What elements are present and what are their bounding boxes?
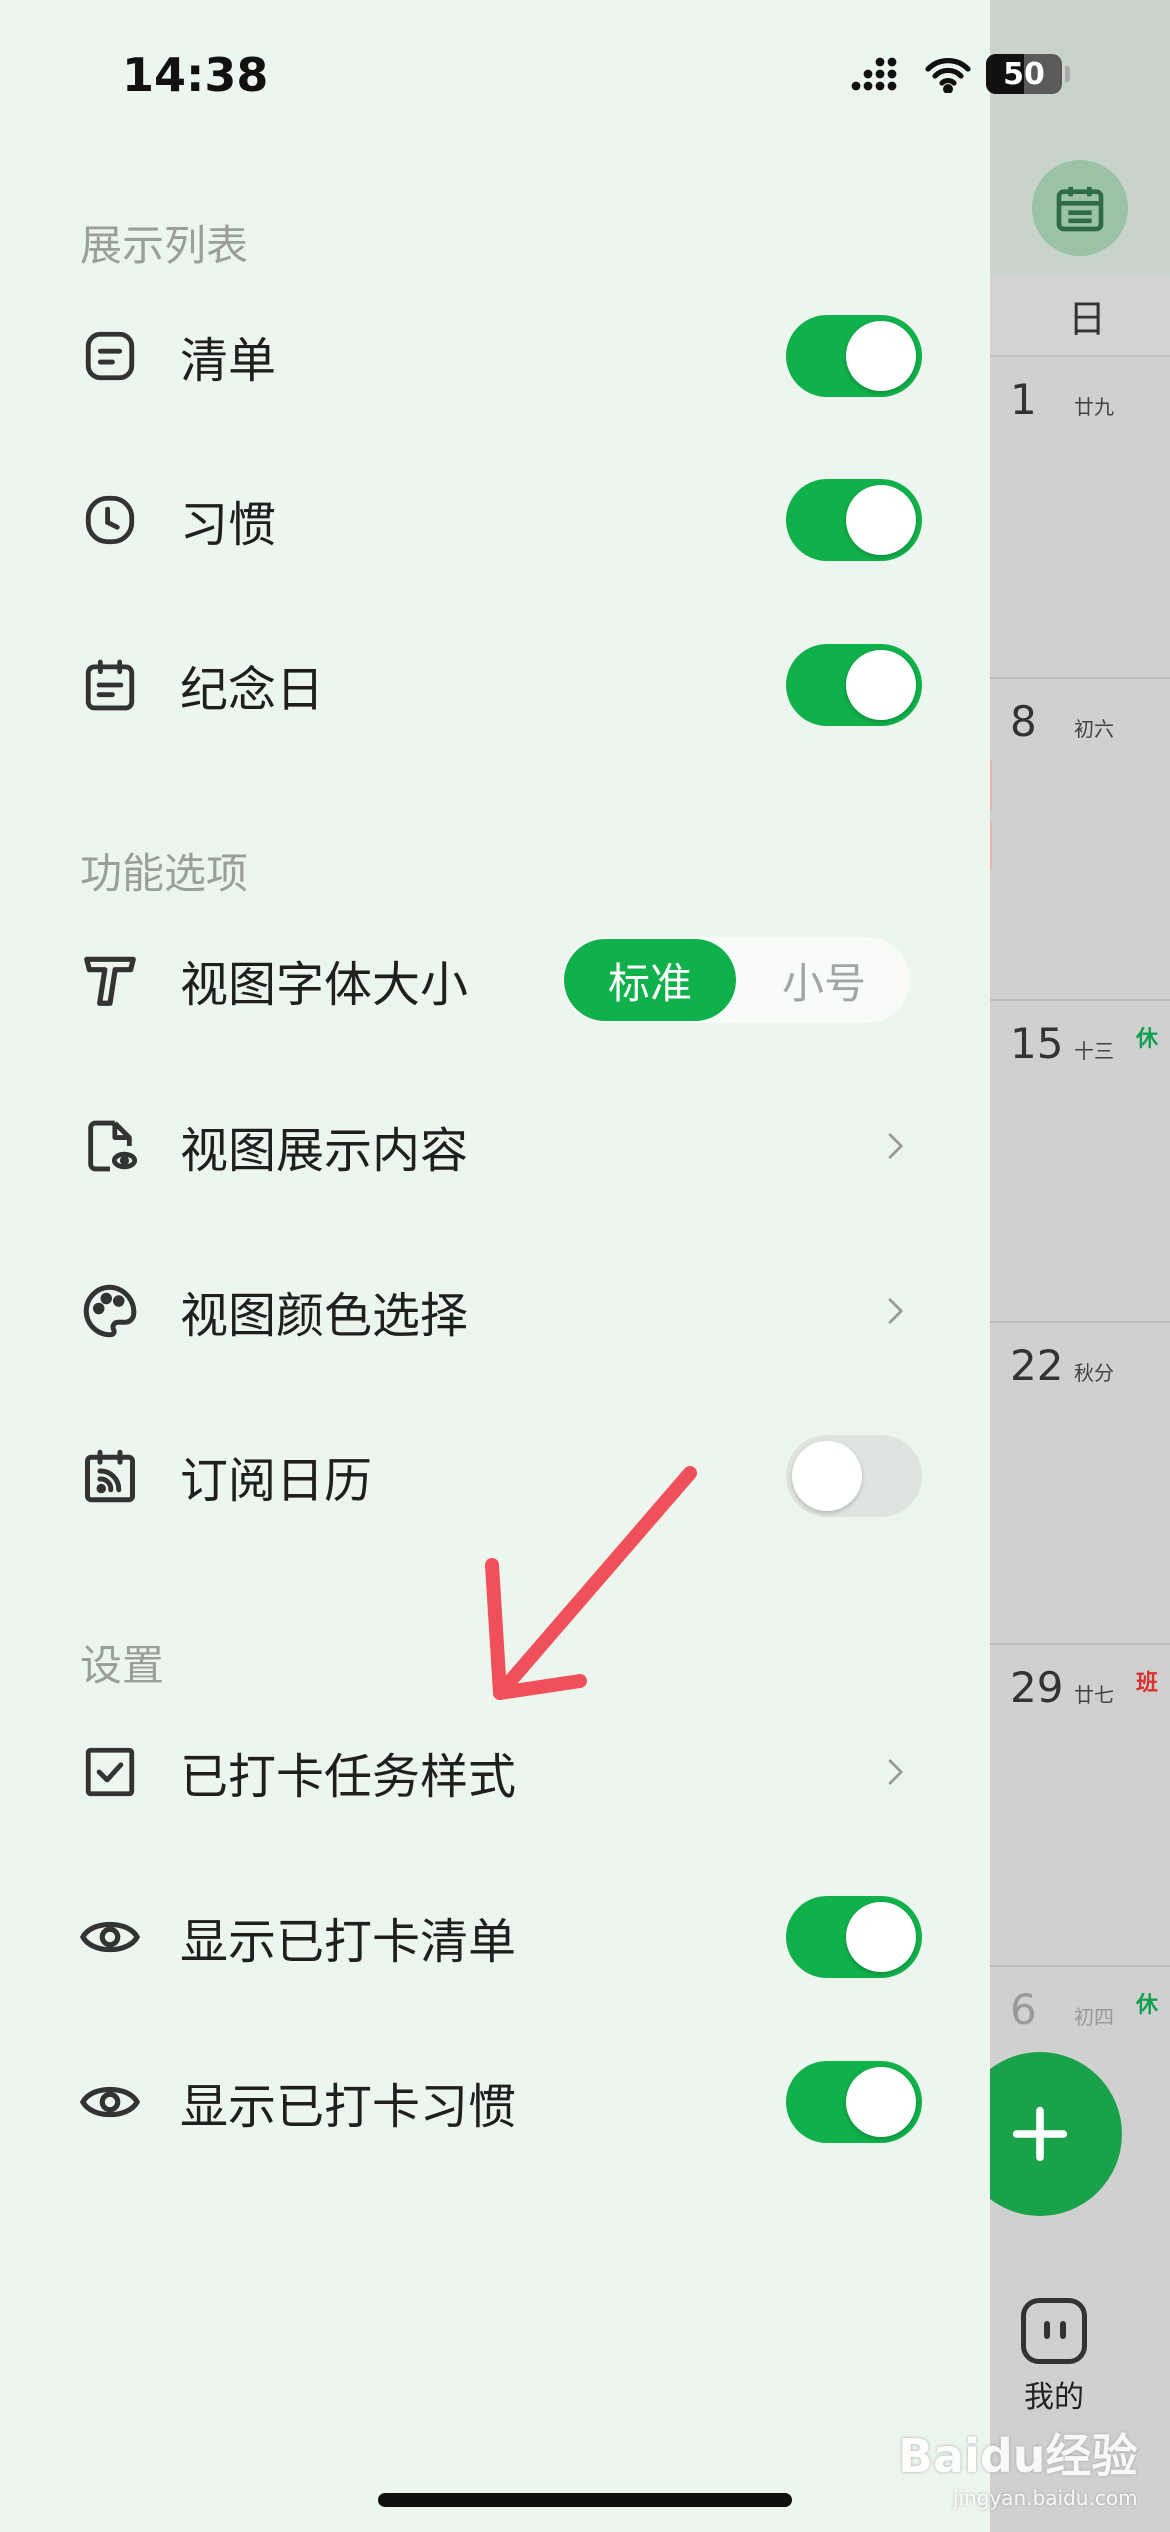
cellular-signal-icon <box>851 57 897 91</box>
chevron-right-icon <box>888 1759 903 1785</box>
row-show-checked-habit-label: 显示已打卡习惯 <box>180 2079 517 2135</box>
row-list-label: 清单 <box>180 333 277 389</box>
lunar-date: 初四 <box>1074 2005 1114 2029</box>
lunar-date: 廿九 <box>1074 395 1114 419</box>
row-view-content[interactable]: 视图展示内容 <box>0 1086 990 1206</box>
row-checked-task-style-label: 已打卡任务样式 <box>180 1749 517 1805</box>
row-anniversary[interactable]: 纪念日 <box>0 625 990 745</box>
anniversary-toggle[interactable] <box>786 644 922 726</box>
day-number: 29 <box>1010 1663 1064 1712</box>
face-icon <box>1021 2298 1087 2364</box>
wifi-icon <box>925 58 971 93</box>
status-time: 14:38 <box>122 48 269 102</box>
row-subscribe-calendar-label: 订阅日历 <box>180 1453 373 1509</box>
calendar-day-cell[interactable]: 29 廿七 班 <box>990 1645 1170 1967</box>
row-show-checked-habit[interactable]: 显示已打卡习惯 <box>0 2042 990 2162</box>
font-size-segmented-control: 标准 小号 <box>562 937 910 1023</box>
row-anniversary-label: 纪念日 <box>180 662 325 718</box>
lunar-date: 初六 <box>1074 717 1114 741</box>
row-font-size-label: 视图字体大小 <box>180 957 469 1013</box>
row-show-checked-list-label: 显示已打卡清单 <box>180 1914 517 1970</box>
text-icon <box>78 948 142 1012</box>
palette-icon <box>78 1279 142 1343</box>
baidu-watermark: Baidu经验 jingyan.baidu.com <box>898 2429 1138 2510</box>
rss-calendar-icon <box>78 1444 142 1508</box>
checkbox-icon <box>78 1740 142 1804</box>
calendar-note-icon <box>78 653 142 717</box>
row-checked-task-style[interactable]: 已打卡任务样式 <box>0 1712 990 1832</box>
annotation-arrow <box>485 1466 697 1700</box>
calendar-header <box>990 0 1170 275</box>
chevron-right-icon <box>888 1298 903 1324</box>
lunar-date: 十三 <box>1074 1039 1114 1063</box>
subscribe-calendar-toggle[interactable] <box>786 1435 922 1517</box>
day-number: 22 <box>1010 1341 1064 1390</box>
calendar-day-cell[interactable]: 15 十三 休 <box>990 1001 1170 1323</box>
lunar-date: 廿七 <box>1074 1683 1114 1707</box>
weekday-header: 日 <box>990 275 1170 357</box>
work-day-tag: 班 <box>1135 1671 1158 1696</box>
eye-icon <box>78 2070 142 2134</box>
day-number: 6 <box>1010 1985 1037 2034</box>
day-number: 8 <box>1010 697 1037 746</box>
lunar-date: 秋分 <box>1074 1361 1114 1385</box>
tab-me-label: 我的 <box>1024 2380 1084 2415</box>
font-size-standard[interactable]: 标准 <box>564 939 736 1021</box>
calendar-day-cell[interactable]: 8 初六 <box>990 679 1170 1001</box>
habit-toggle[interactable] <box>786 479 922 561</box>
plus-icon <box>1012 2106 1068 2162</box>
row-habit-label: 习惯 <box>180 497 277 553</box>
clock-icon <box>78 488 142 552</box>
list-toggle[interactable] <box>786 315 922 397</box>
show-checked-habit-toggle[interactable] <box>786 2061 922 2143</box>
chevron-right-icon <box>888 1133 903 1159</box>
calendar-day-cell[interactable]: 1 廿九 <box>990 357 1170 679</box>
list-icon <box>78 324 142 388</box>
row-view-color-label: 视图颜色选择 <box>180 1288 469 1344</box>
show-checked-list-toggle[interactable] <box>786 1896 922 1978</box>
battery-indicator: 50 <box>986 54 1070 94</box>
row-habit[interactable]: 习惯 <box>0 460 990 580</box>
day-number: 15 <box>1010 1019 1064 1068</box>
rest-day-tag: 休 <box>1135 1027 1158 1052</box>
font-size-small[interactable]: 小号 <box>740 939 908 1021</box>
section-settings: 设置 <box>80 1641 165 1690</box>
day-number: 1 <box>1010 375 1037 424</box>
document-eye-icon <box>78 1114 142 1178</box>
row-view-color[interactable]: 视图颜色选择 <box>0 1251 990 1371</box>
section-display-list: 展示列表 <box>80 221 249 270</box>
calendar-button[interactable] <box>1032 160 1128 256</box>
eye-icon <box>78 1905 142 1969</box>
tab-me[interactable]: 我的 <box>1010 2298 1098 2416</box>
home-indicator <box>378 2493 792 2507</box>
row-list[interactable]: 清单 <box>0 296 990 416</box>
row-font-size: 视图字体大小 标准 小号 <box>0 920 990 1040</box>
calendar-day-cell[interactable]: 22 秋分 <box>990 1323 1170 1645</box>
row-show-checked-list[interactable]: 显示已打卡清单 <box>0 1877 990 1997</box>
row-view-content-label: 视图展示内容 <box>180 1123 469 1179</box>
section-features: 功能选项 <box>80 849 249 898</box>
status-icons: 50 <box>850 54 1070 94</box>
settings-drawer: 14:38 展示列表 清单 习惯 纪念日 功能选项 视图字体大小 标准 小号 视… <box>0 0 990 2532</box>
rest-day-tag: 休 <box>1135 1993 1158 2018</box>
calendar-icon <box>1056 187 1104 232</box>
